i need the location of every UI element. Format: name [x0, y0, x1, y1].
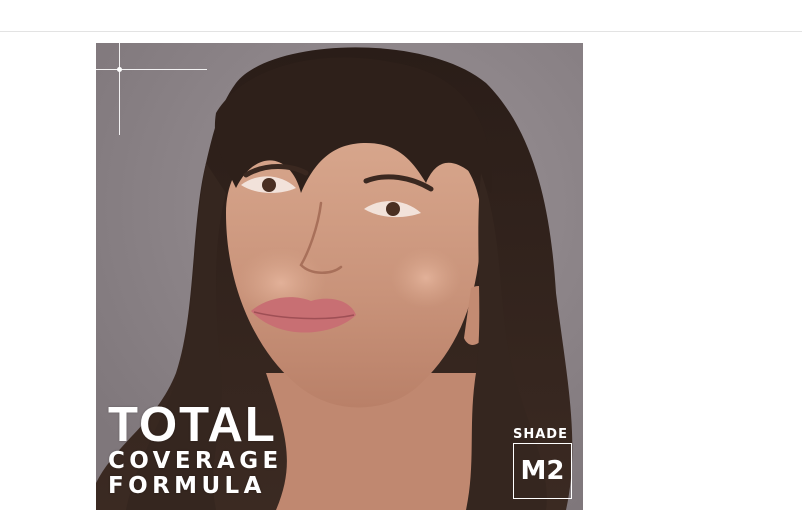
crosshair-vertical-line: [119, 43, 120, 135]
product-image[interactable]: TOTAL COVERAGE FORMULA SHADE M2: [96, 43, 583, 510]
crosshair-dot: [117, 67, 122, 72]
headline-total: TOTAL: [108, 398, 277, 452]
crosshair-horizontal-line: [96, 69, 207, 70]
headline-coverage: COVERAGE: [108, 448, 283, 474]
top-divider: [0, 31, 802, 32]
headline: TOTAL COVERAGE FORMULA: [108, 401, 283, 499]
page: TOTAL COVERAGE FORMULA SHADE M2: [0, 0, 802, 523]
shade-label: SHADE: [513, 427, 568, 442]
headline-formula: FORMULA: [108, 473, 266, 499]
shade-code-badge: M2: [513, 443, 572, 499]
